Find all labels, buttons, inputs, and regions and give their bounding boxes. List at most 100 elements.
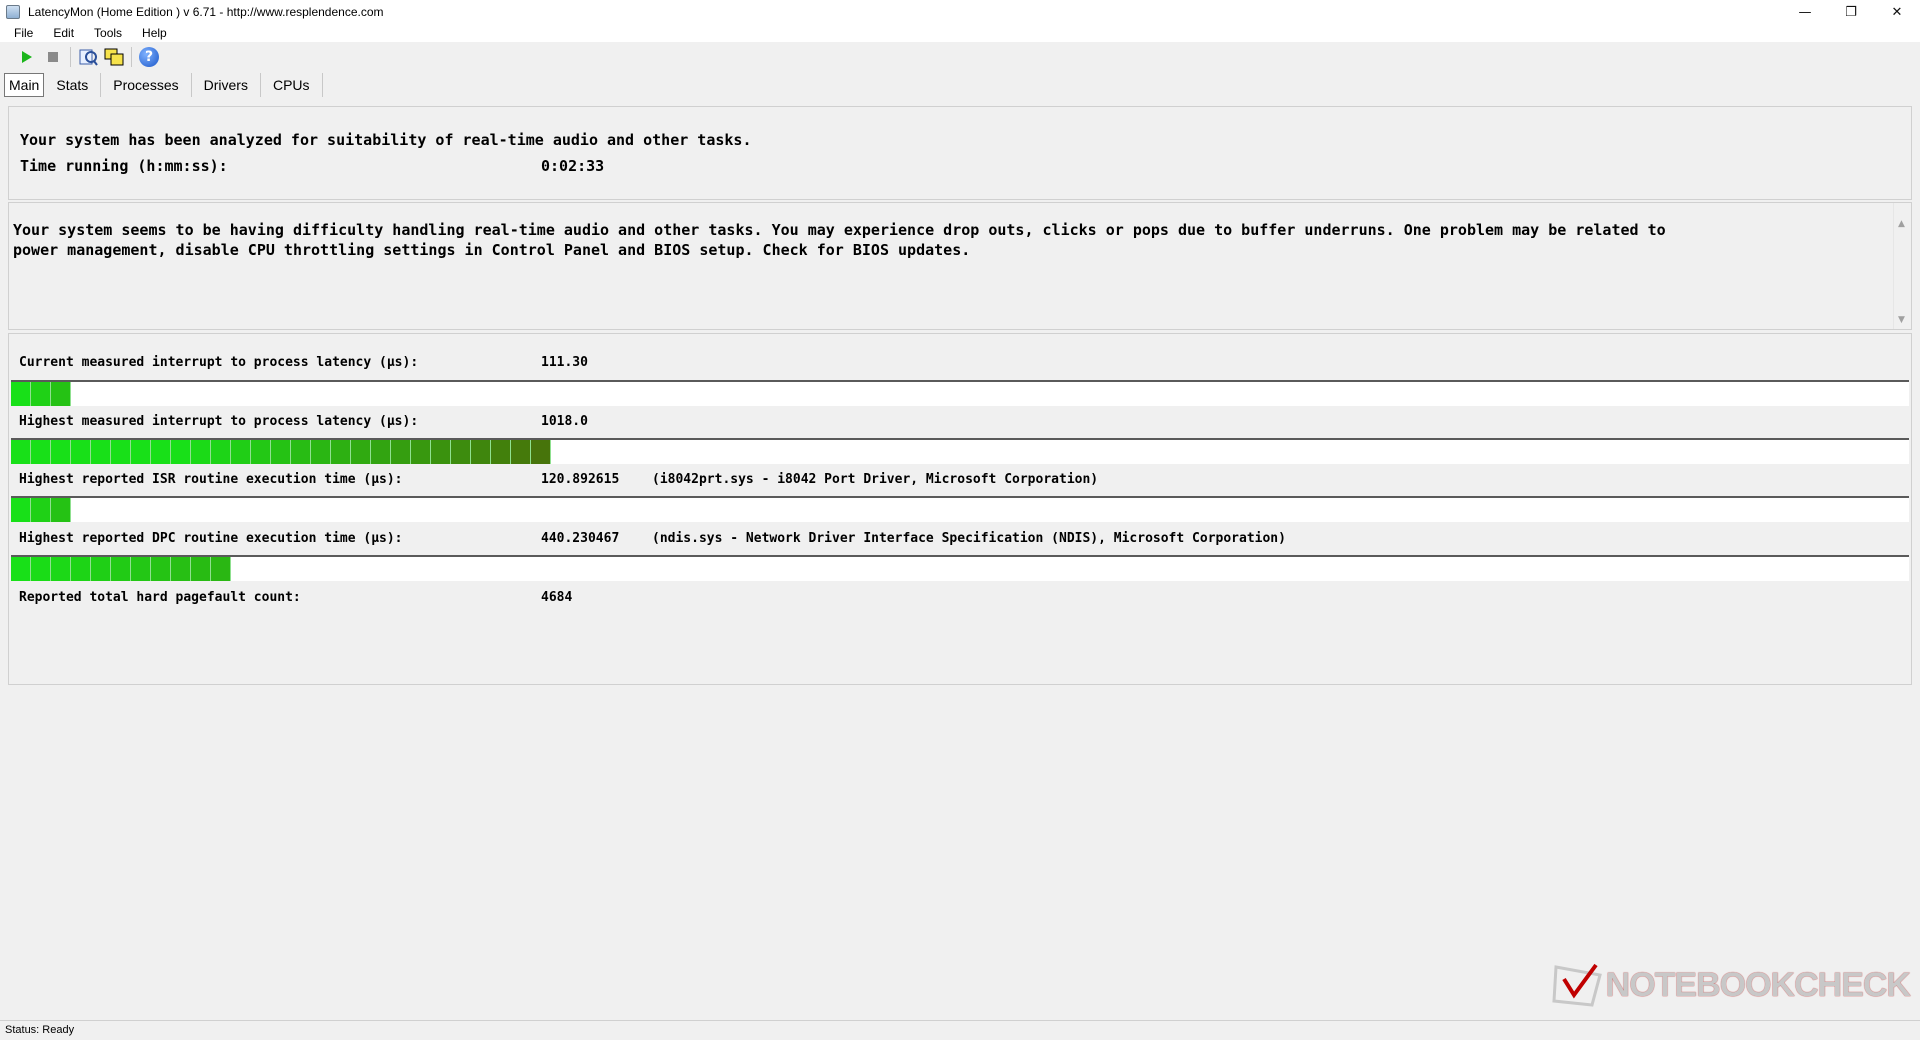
bar-segment	[71, 440, 91, 464]
menu-edit[interactable]: Edit	[39, 26, 80, 40]
scroll-down-icon[interactable]: ▼	[1898, 315, 1905, 325]
bar-segment	[431, 440, 451, 464]
bar-segment	[51, 557, 71, 581]
bar-segment	[111, 557, 131, 581]
window-controls: — ❐ ✕	[1782, 0, 1920, 24]
status-bar: Status: Ready	[0, 1020, 1920, 1040]
latency-bar-dpc	[11, 555, 1909, 581]
message-panel: Your system seems to be having difficult…	[8, 202, 1912, 330]
metric-label-current-latency: Current measured interrupt to process la…	[19, 355, 419, 370]
bar-fill	[11, 382, 71, 406]
bar-segment	[531, 440, 551, 464]
bar-segment	[131, 440, 151, 464]
bar-segment	[11, 557, 31, 581]
bar-segment	[31, 498, 51, 522]
bar-segment	[171, 440, 191, 464]
bar-segment	[151, 440, 171, 464]
analysis-message: Your system seems to be having difficult…	[13, 221, 1666, 259]
bar-segment	[251, 440, 271, 464]
scroll-up-icon[interactable]: ▲	[1898, 219, 1905, 229]
report-icon	[79, 49, 98, 66]
play-icon	[22, 51, 32, 63]
menu-tools[interactable]: Tools	[80, 26, 128, 40]
close-button[interactable]: ✕	[1874, 0, 1920, 24]
latency-bar-current	[11, 380, 1909, 406]
bar-segment	[291, 440, 311, 464]
bar-fill	[11, 557, 231, 581]
tab-main[interactable]: Main	[4, 73, 45, 97]
bar-segment	[171, 557, 191, 581]
tab-drivers[interactable]: Drivers	[192, 73, 261, 97]
time-running-label: Time running (h:mm:ss):	[20, 157, 228, 175]
bar-segment	[151, 557, 171, 581]
summary-panel: Your system has been analyzed for suitab…	[8, 106, 1912, 200]
notebookcheck-watermark: NOTEBOOKCHECK	[1552, 958, 1911, 1012]
bar-segment	[371, 440, 391, 464]
metric-label-highest-latency: Highest measured interrupt to process la…	[19, 414, 419, 429]
metric-note-isr: (i8042prt.sys - i8042 Port Driver, Micro…	[652, 472, 1099, 487]
bar-segment	[51, 440, 71, 464]
bar-segment	[31, 382, 51, 406]
metric-value-current-latency: 111.30	[541, 355, 588, 370]
bar-fill	[11, 498, 71, 522]
stop-button[interactable]	[40, 45, 66, 69]
bar-segment	[231, 440, 251, 464]
bar-segment	[91, 557, 111, 581]
message-scrollbar[interactable]: ▲ ▼	[1893, 203, 1911, 329]
bar-segment	[491, 440, 511, 464]
metric-value-highest-latency: 1018.0	[541, 414, 588, 429]
menu-bar: File Edit Tools Help	[0, 24, 1920, 42]
bar-segment	[11, 498, 31, 522]
bar-segment	[511, 440, 531, 464]
windows-button[interactable]	[101, 45, 127, 69]
metric-note-dpc: (ndis.sys - Network Driver Interface Spe…	[652, 531, 1286, 546]
tab-stats[interactable]: Stats	[44, 73, 102, 97]
window-title: LatencyMon (Home Edition ) v 6.71 - http…	[28, 5, 384, 19]
bar-segment	[451, 440, 471, 464]
bar-segment	[471, 440, 491, 464]
bar-segment	[71, 557, 91, 581]
bar-segment	[411, 440, 431, 464]
tab-bar: Main Stats Processes Drivers CPUs	[4, 72, 323, 98]
help-button[interactable]: ?	[136, 45, 162, 69]
tab-cpus[interactable]: CPUs	[261, 73, 323, 97]
notebookcheck-logo-icon	[1552, 963, 1602, 1007]
latencymon-window: LatencyMon (Home Edition ) v 6.71 - http…	[0, 0, 1920, 1040]
bar-segment	[311, 440, 331, 464]
maximize-button[interactable]: ❐	[1828, 0, 1874, 24]
title-bar: LatencyMon (Home Edition ) v 6.71 - http…	[0, 0, 1920, 24]
report-button[interactable]	[75, 45, 101, 69]
bar-fill	[11, 440, 551, 464]
latency-bar-isr	[11, 496, 1909, 522]
toolbar-separator	[131, 47, 132, 67]
tab-processes[interactable]: Processes	[101, 73, 192, 97]
latency-bar-highest	[11, 438, 1909, 464]
metrics-panel: Current measured interrupt to process la…	[8, 333, 1912, 685]
bar-segment	[11, 382, 31, 406]
metric-value-pagefault: 4684	[541, 590, 573, 605]
watermark-text: NOTEBOOKCHECK	[1605, 965, 1911, 1004]
time-running-value: 0:02:33	[541, 157, 605, 175]
toolbar: ?	[0, 44, 1920, 70]
menu-help[interactable]: Help	[128, 26, 173, 40]
help-icon: ?	[139, 47, 159, 67]
menu-file[interactable]: File	[0, 26, 39, 40]
bar-segment	[331, 440, 351, 464]
metric-value-isr: 120.892615	[541, 472, 620, 487]
bar-segment	[211, 440, 231, 464]
bar-segment	[31, 557, 51, 581]
bar-segment	[91, 440, 111, 464]
minimize-button[interactable]: —	[1782, 0, 1828, 24]
metric-label-pagefault: Reported total hard pagefault count:	[19, 590, 301, 605]
bar-segment	[51, 382, 71, 406]
app-icon	[6, 5, 20, 19]
bar-segment	[11, 440, 31, 464]
bar-segment	[271, 440, 291, 464]
bar-segment	[51, 498, 71, 522]
stop-icon	[48, 52, 58, 62]
start-button[interactable]	[14, 45, 40, 69]
toolbar-separator	[70, 47, 71, 67]
metric-label-isr: Highest reported ISR routine execution t…	[19, 472, 403, 487]
metric-label-dpc: Highest reported DPC routine execution t…	[19, 531, 403, 546]
analysis-headline: Your system has been analyzed for suitab…	[20, 131, 752, 149]
